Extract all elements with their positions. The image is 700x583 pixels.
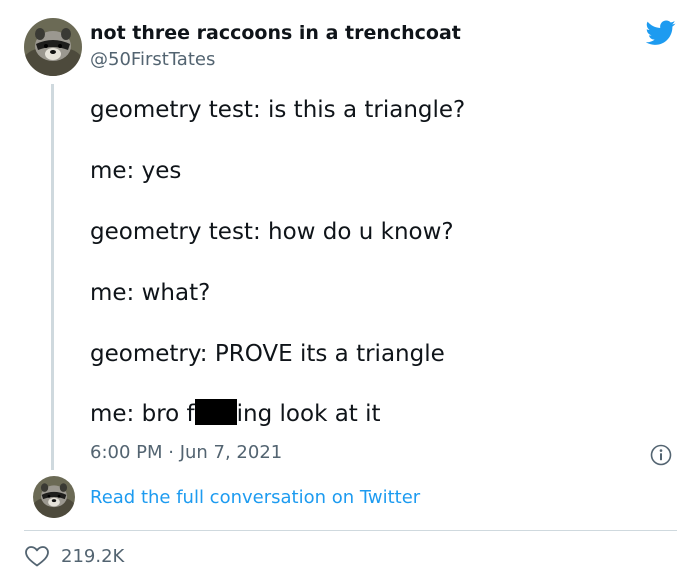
censored-line-end: ing look at it xyxy=(236,401,381,427)
divider xyxy=(24,530,677,531)
like-count: 219.2K xyxy=(61,545,125,567)
reply-avatar xyxy=(33,476,75,518)
heart-icon xyxy=(25,546,49,567)
author-handle[interactable]: @50FirstTates xyxy=(90,49,215,70)
tweet-text-line: geometry test: how do u know? xyxy=(90,219,454,245)
info-icon[interactable] xyxy=(650,444,672,466)
twitter-bird-icon[interactable] xyxy=(646,20,676,46)
tweet-text-line: me: what? xyxy=(90,280,211,306)
author-display-name[interactable]: not three raccoons in a trenchcoat xyxy=(90,22,461,44)
tweet-timestamp[interactable]: 6:00 PM · Jun 7, 2021 xyxy=(90,442,282,463)
tweet-text-line: geometry: PROVE its a triangle xyxy=(90,341,445,367)
thread-line xyxy=(51,84,54,470)
like-button[interactable]: 219.2K xyxy=(24,542,124,570)
author-avatar[interactable] xyxy=(24,18,82,76)
tweet-text-line-censored: me: bro f ing look at it xyxy=(90,399,381,429)
read-conversation-link[interactable]: Read the full conversation on Twitter xyxy=(90,487,420,508)
censor-bar xyxy=(194,399,237,425)
tweet-text-line: geometry test: is this a triangle? xyxy=(90,97,466,123)
censored-line-start: me: bro f xyxy=(90,401,195,427)
tweet-text-line: me: yes xyxy=(90,158,182,184)
